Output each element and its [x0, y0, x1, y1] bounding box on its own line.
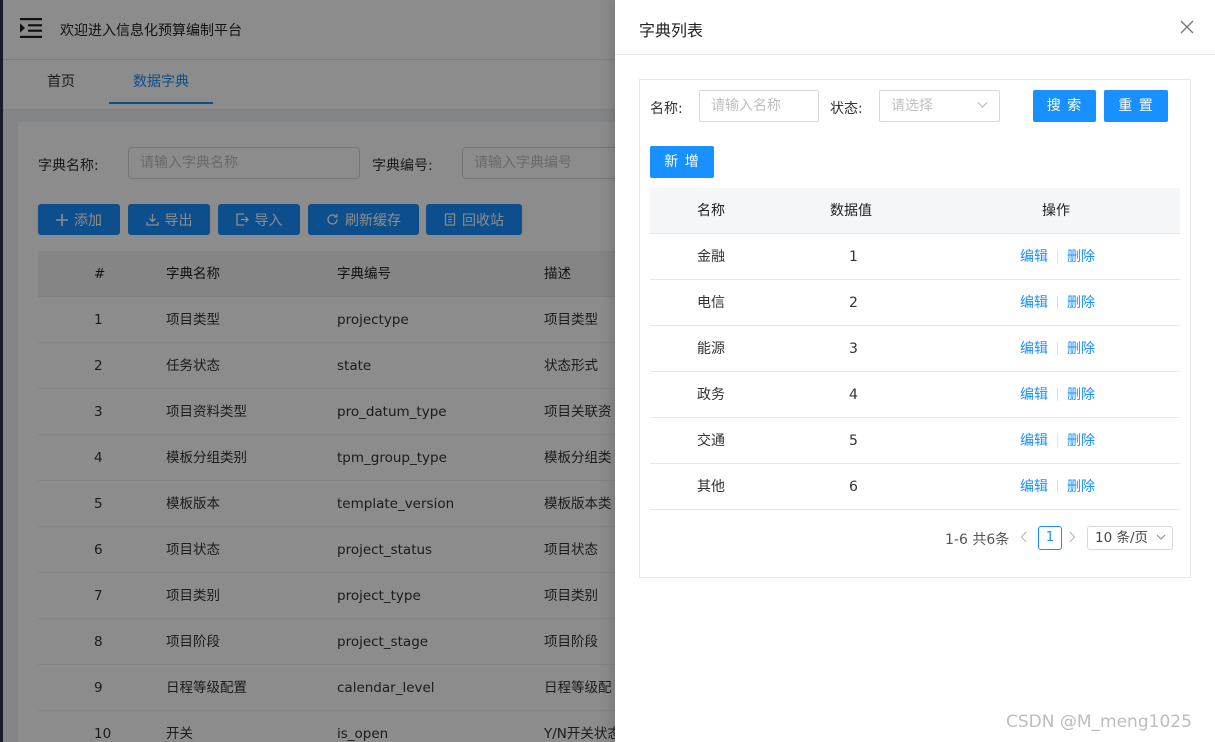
action-divider [1057, 434, 1058, 447]
drawer-panel: 名称: 请输入名称 状态: 请选择 搜 索 重 置 新 增 名称 数据值 操作 … [639, 79, 1191, 578]
action-divider [1057, 250, 1058, 263]
cell-actions: 编辑 删除 [1020, 372, 1095, 418]
drawer-title: 字典列表 [639, 21, 704, 40]
cell-value: 4 [849, 387, 858, 403]
cell-actions: 编辑 删除 [1020, 280, 1095, 326]
chevron-left-icon[interactable] [1020, 531, 1028, 543]
pagination-total: 1-6 共6条 [945, 532, 1010, 548]
delete-link[interactable]: 删除 [1067, 249, 1095, 265]
column-header-name: 名称 [697, 203, 725, 219]
search-button[interactable]: 搜 索 [1033, 90, 1096, 122]
status-label: 状态: [830, 101, 863, 117]
edit-link[interactable]: 编辑 [1020, 295, 1048, 311]
new-item-button[interactable]: 新 增 [650, 146, 714, 178]
status-select-placeholder: 请选择 [891, 98, 933, 114]
edit-link[interactable]: 编辑 [1020, 341, 1048, 357]
edit-link[interactable]: 编辑 [1020, 433, 1048, 449]
modal-overlay[interactable] [0, 0, 615, 742]
cell-actions: 编辑 删除 [1020, 234, 1095, 280]
chevron-right-icon[interactable] [1068, 531, 1076, 543]
table-row: 交通 5 编辑 删除 [650, 418, 1180, 464]
table-row: 能源 3 编辑 删除 [650, 326, 1180, 372]
delete-link[interactable]: 删除 [1067, 387, 1095, 403]
chevron-down-icon [1156, 534, 1166, 540]
item-name-input[interactable]: 请输入名称 [699, 90, 819, 122]
cell-actions: 编辑 删除 [1020, 464, 1095, 510]
edit-link[interactable]: 编辑 [1020, 249, 1048, 265]
dictionary-items-table: 名称 数据值 操作 金融 1 编辑 删除 电信 2 编辑 删除 能源 3 编辑 删除 政务 4 编辑 删除 交通… [650, 188, 1180, 510]
cell-name: 能源 [697, 341, 725, 357]
page-item-current[interactable]: 1 [1038, 526, 1062, 550]
delete-link[interactable]: 删除 [1067, 433, 1095, 449]
drawer-header: 字典列表 [615, 0, 1215, 55]
chevron-down-icon [977, 102, 988, 108]
delete-link[interactable]: 删除 [1067, 479, 1095, 495]
pagination: 1-6 共6条 1 10 条/页 [640, 526, 1192, 550]
cell-actions: 编辑 删除 [1020, 418, 1095, 464]
item-name-label: 名称: [650, 101, 683, 117]
dictionary-list-drawer: 字典列表 名称: 请输入名称 状态: 请选择 搜 索 重 置 新 增 名称 数据… [615, 0, 1215, 742]
table-row: 政务 4 编辑 删除 [650, 372, 1180, 418]
page-size-value: 10 条/页 [1095, 530, 1149, 546]
action-divider [1057, 480, 1058, 493]
action-divider [1057, 342, 1058, 355]
status-select[interactable]: 请选择 [879, 90, 1000, 122]
delete-link[interactable]: 删除 [1067, 341, 1095, 357]
table-row: 金融 1 编辑 删除 [650, 234, 1180, 280]
watermark: CSDN @M_meng1025 [1006, 712, 1192, 732]
items-table-header: 名称 数据值 操作 [650, 188, 1180, 234]
cell-value: 2 [849, 295, 858, 311]
column-header-value: 数据值 [830, 203, 872, 219]
edit-link[interactable]: 编辑 [1020, 479, 1048, 495]
cell-name: 电信 [697, 295, 725, 311]
table-row: 其他 6 编辑 删除 [650, 464, 1180, 510]
action-divider [1057, 296, 1058, 309]
cell-actions: 编辑 删除 [1020, 326, 1095, 372]
cell-value: 1 [849, 249, 858, 265]
cell-value: 6 [849, 479, 858, 495]
cell-name: 政务 [697, 387, 725, 403]
page-size-select[interactable]: 10 条/页 [1087, 526, 1173, 550]
column-header-actions: 操作 [1042, 203, 1070, 219]
table-row: 电信 2 编辑 删除 [650, 280, 1180, 326]
edit-link[interactable]: 编辑 [1020, 387, 1048, 403]
cell-name: 其他 [697, 479, 725, 495]
close-icon[interactable] [1178, 18, 1196, 36]
reset-button[interactable]: 重 置 [1104, 90, 1168, 122]
cell-value: 3 [849, 341, 858, 357]
delete-link[interactable]: 删除 [1067, 295, 1095, 311]
action-divider [1057, 388, 1058, 401]
cell-name: 交通 [697, 433, 725, 449]
cell-value: 5 [849, 433, 858, 449]
cell-name: 金融 [697, 249, 725, 265]
